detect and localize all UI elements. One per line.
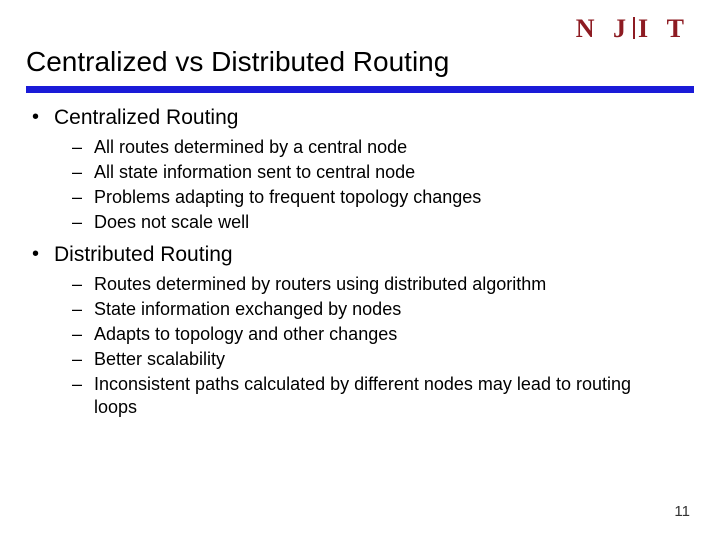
bullet-dot-icon: • (32, 242, 54, 269)
list-item-text: State information exchanged by nodes (94, 298, 694, 321)
page-number: 11 (674, 503, 690, 520)
bullet-dot-icon: • (32, 105, 54, 132)
section-heading-text: Distributed Routing (54, 242, 694, 269)
bullet-dash-icon: – (72, 348, 94, 371)
sub-list: –Routes determined by routers using dist… (72, 273, 694, 419)
sub-list: –All routes determined by a central node… (72, 136, 694, 234)
list-item: –Inconsistent paths calculated by differ… (72, 373, 694, 419)
list-item-text: Problems adapting to frequent topology c… (94, 186, 694, 209)
njit-logo: N JI T (576, 14, 690, 44)
list-item: –All state information sent to central n… (72, 161, 694, 184)
bullet-dash-icon: – (72, 323, 94, 346)
list-item-text: Routes determined by routers using distr… (94, 273, 694, 296)
bullet-dash-icon: – (72, 161, 94, 184)
list-item: –Does not scale well (72, 211, 694, 234)
list-item-text: All state information sent to central no… (94, 161, 694, 184)
list-item-text: Adapts to topology and other changes (94, 323, 694, 346)
bullet-dash-icon: – (72, 211, 94, 234)
list-item-text: All routes determined by a central node (94, 136, 694, 159)
list-item: –Adapts to topology and other changes (72, 323, 694, 346)
title-underline (26, 86, 694, 93)
list-item: –State information exchanged by nodes (72, 298, 694, 321)
slide-body: • Centralized Routing –All routes determ… (26, 105, 694, 419)
section-heading: • Distributed Routing (32, 242, 694, 269)
section-heading-text: Centralized Routing (54, 105, 694, 132)
slide-title: Centralized vs Distributed Routing (26, 46, 694, 78)
bullet-dash-icon: – (72, 136, 94, 159)
list-item: –Problems adapting to frequent topology … (72, 186, 694, 209)
slide: N JI T Centralized vs Distributed Routin… (0, 0, 720, 540)
bullet-dash-icon: – (72, 186, 94, 209)
list-item: –Better scalability (72, 348, 694, 371)
list-item-text: Inconsistent paths calculated by differe… (94, 373, 694, 419)
bullet-dash-icon: – (72, 298, 94, 321)
bullet-dash-icon: – (72, 273, 94, 296)
list-item-text: Does not scale well (94, 211, 694, 234)
bullet-dash-icon: – (72, 373, 94, 419)
list-item: –All routes determined by a central node (72, 136, 694, 159)
list-item-text: Better scalability (94, 348, 694, 371)
section-heading: • Centralized Routing (32, 105, 694, 132)
list-item: –Routes determined by routers using dist… (72, 273, 694, 296)
